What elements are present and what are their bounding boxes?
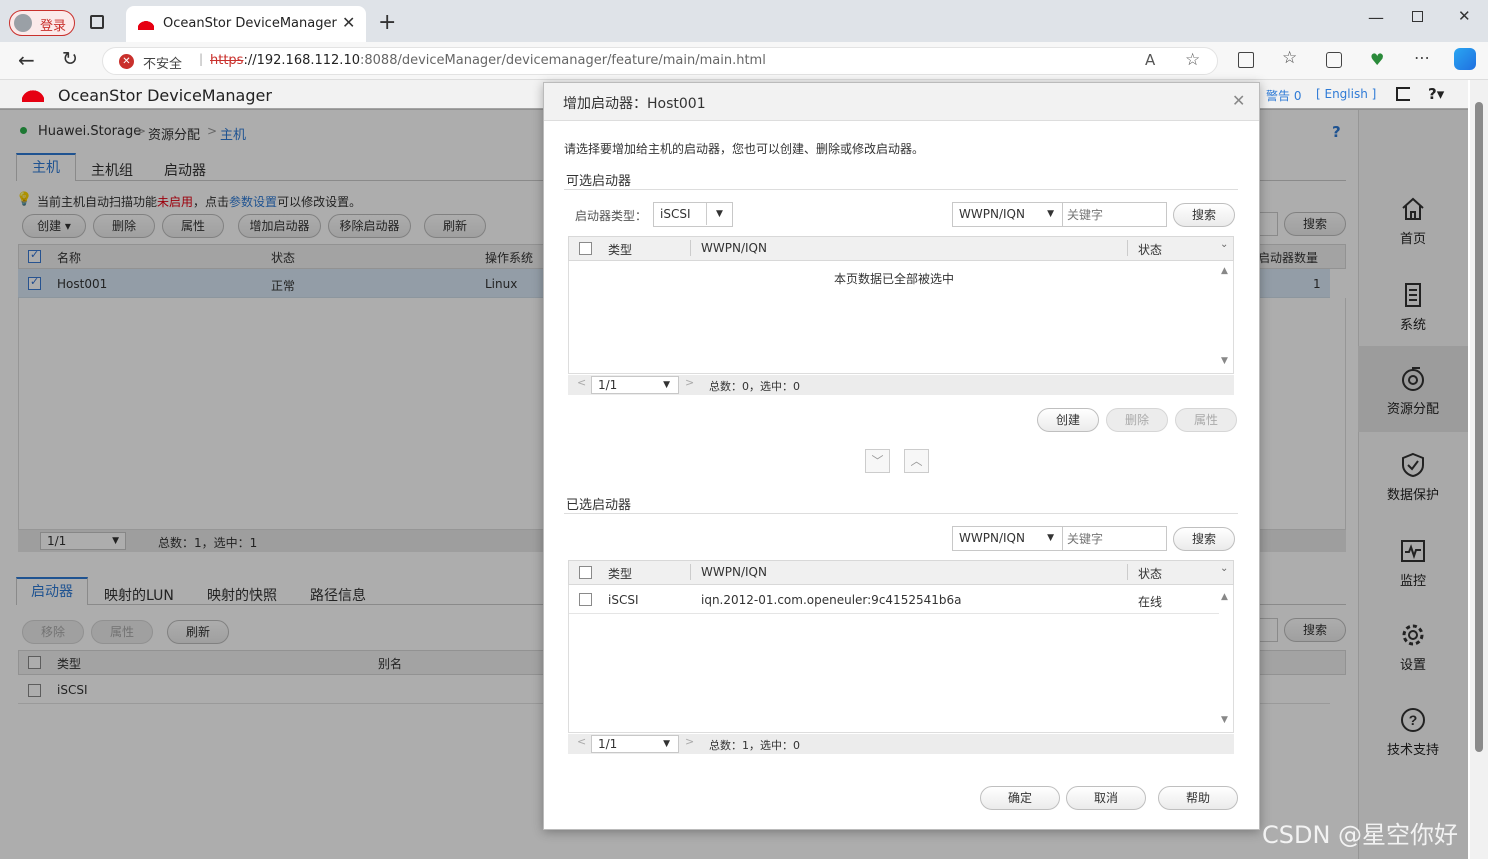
initiator-type-select[interactable]: iSCSI ▼	[653, 202, 733, 227]
ok-button[interactable]: 确定	[980, 786, 1060, 810]
collections-icon[interactable]	[1326, 52, 1342, 68]
create-initiator-button[interactable]: 创建	[1037, 408, 1099, 432]
avatar-icon	[14, 14, 32, 32]
available-search-button[interactable]: 搜索	[1173, 203, 1235, 227]
minimize-icon[interactable]: —	[1368, 8, 1384, 27]
split-screen-icon[interactable]	[1238, 52, 1254, 68]
watermark: CSDN @星空你好	[1262, 821, 1459, 849]
chevron-down-icon: ▼	[1047, 209, 1054, 219]
initiator-type-label: 启动器类型：	[575, 209, 648, 223]
huawei-logo-icon	[22, 84, 44, 102]
alarm-link[interactable]: 警告 0	[1266, 87, 1301, 104]
new-tab-icon[interactable]: +	[378, 10, 396, 35]
back-icon[interactable]: ←	[18, 48, 35, 72]
chevron-down-icon: ▼	[1047, 533, 1054, 543]
pager-next-icon[interactable]: >	[685, 735, 694, 748]
browser-tab[interactable]: OceanStor DeviceManager ✕	[126, 6, 366, 42]
help-button[interactable]: 帮助	[1158, 786, 1238, 810]
pager-prev-icon[interactable]: <	[577, 376, 586, 389]
pager-next-icon[interactable]: >	[685, 376, 694, 389]
column-menu-icon[interactable]: ⌄	[1220, 239, 1228, 250]
available-section-title: 可选启动器	[566, 174, 632, 189]
initiator-properties-button[interactable]: 属性	[1175, 408, 1237, 432]
scroll-up-icon[interactable]: ▲	[1221, 266, 1228, 276]
selected-keyword-input[interactable]	[1062, 526, 1167, 551]
tab-actions-icon[interactable]	[90, 15, 104, 29]
dialog-close-icon[interactable]: ✕	[1232, 91, 1245, 110]
available-filter-select[interactable]: WWPN/IQN ▼	[952, 202, 1063, 227]
selected-section-title: 已选启动器	[566, 498, 632, 513]
chevron-down-icon: ▼	[706, 203, 732, 225]
scroll-down-icon[interactable]: ▼	[1221, 715, 1228, 725]
language-link[interactable]: [ English ]	[1316, 87, 1376, 101]
huawei-logo-icon	[138, 16, 154, 30]
favorites-icon[interactable]: ☆	[1282, 48, 1297, 68]
maximize-icon[interactable]	[1412, 11, 1423, 22]
app-title: OceanStor DeviceManager	[58, 86, 272, 105]
dialog-intro: 请选择要增加给主机的启动器，您也可以创建、删除或修改启动器。	[564, 142, 925, 156]
logout-icon[interactable]	[1396, 87, 1410, 101]
row-checkbox[interactable]	[579, 593, 592, 606]
available-table-header	[568, 236, 1234, 261]
cancel-button[interactable]: 取消	[1066, 786, 1146, 810]
delete-initiator-button[interactable]: 删除	[1106, 408, 1168, 432]
close-tab-icon[interactable]: ✕	[342, 13, 355, 32]
selected-filter-select[interactable]: WWPN/IQN ▼	[952, 526, 1063, 551]
address-bar[interactable]: ✕ 不安全 | https://192.168.112.10:8088/devi…	[102, 47, 1218, 75]
page-scrollbar-thumb[interactable]	[1475, 102, 1483, 752]
help-menu-icon[interactable]: ?▾	[1428, 85, 1444, 103]
move-down-button[interactable]: ﹀	[865, 449, 890, 473]
column-menu-icon[interactable]: ⌄	[1220, 563, 1228, 574]
scroll-up-icon[interactable]: ▲	[1221, 592, 1228, 602]
reload-icon[interactable]: ↻	[62, 48, 78, 70]
close-window-icon[interactable]: ✕	[1458, 7, 1471, 25]
page-scrollbar[interactable]	[1470, 80, 1488, 859]
available-keyword-input[interactable]	[1062, 202, 1167, 227]
available-select-all-checkbox[interactable]	[579, 242, 592, 255]
insecure-icon: ✕	[119, 54, 134, 69]
add-initiator-dialog: 增加启动器：Host001 ✕ 请选择要增加给主机的启动器，您也可以创建、删除或…	[543, 82, 1260, 830]
selected-table-header	[568, 560, 1234, 585]
extensions-icon[interactable]: ♥	[1370, 50, 1384, 69]
selected-search-button[interactable]: 搜索	[1173, 527, 1235, 551]
read-aloud-icon[interactable]: A	[1145, 51, 1155, 69]
favorite-star-icon[interactable]: ☆	[1185, 50, 1200, 70]
move-up-button[interactable]: ︿	[904, 449, 929, 473]
available-empty-text: 本页数据已全部被选中	[834, 272, 955, 286]
available-pager-select[interactable]: 1/1 ▼	[591, 376, 679, 394]
login-button[interactable]: 登录	[9, 10, 75, 36]
selected-select-all-checkbox[interactable]	[579, 566, 592, 579]
pager-prev-icon[interactable]: <	[577, 735, 586, 748]
dialog-title: 增加启动器：Host001	[563, 96, 706, 112]
copilot-icon[interactable]	[1454, 48, 1476, 70]
selected-pager-select[interactable]: 1/1 ▼	[591, 735, 679, 753]
scroll-down-icon[interactable]: ▼	[1221, 356, 1228, 366]
more-icon[interactable]: ⋯	[1414, 48, 1430, 67]
